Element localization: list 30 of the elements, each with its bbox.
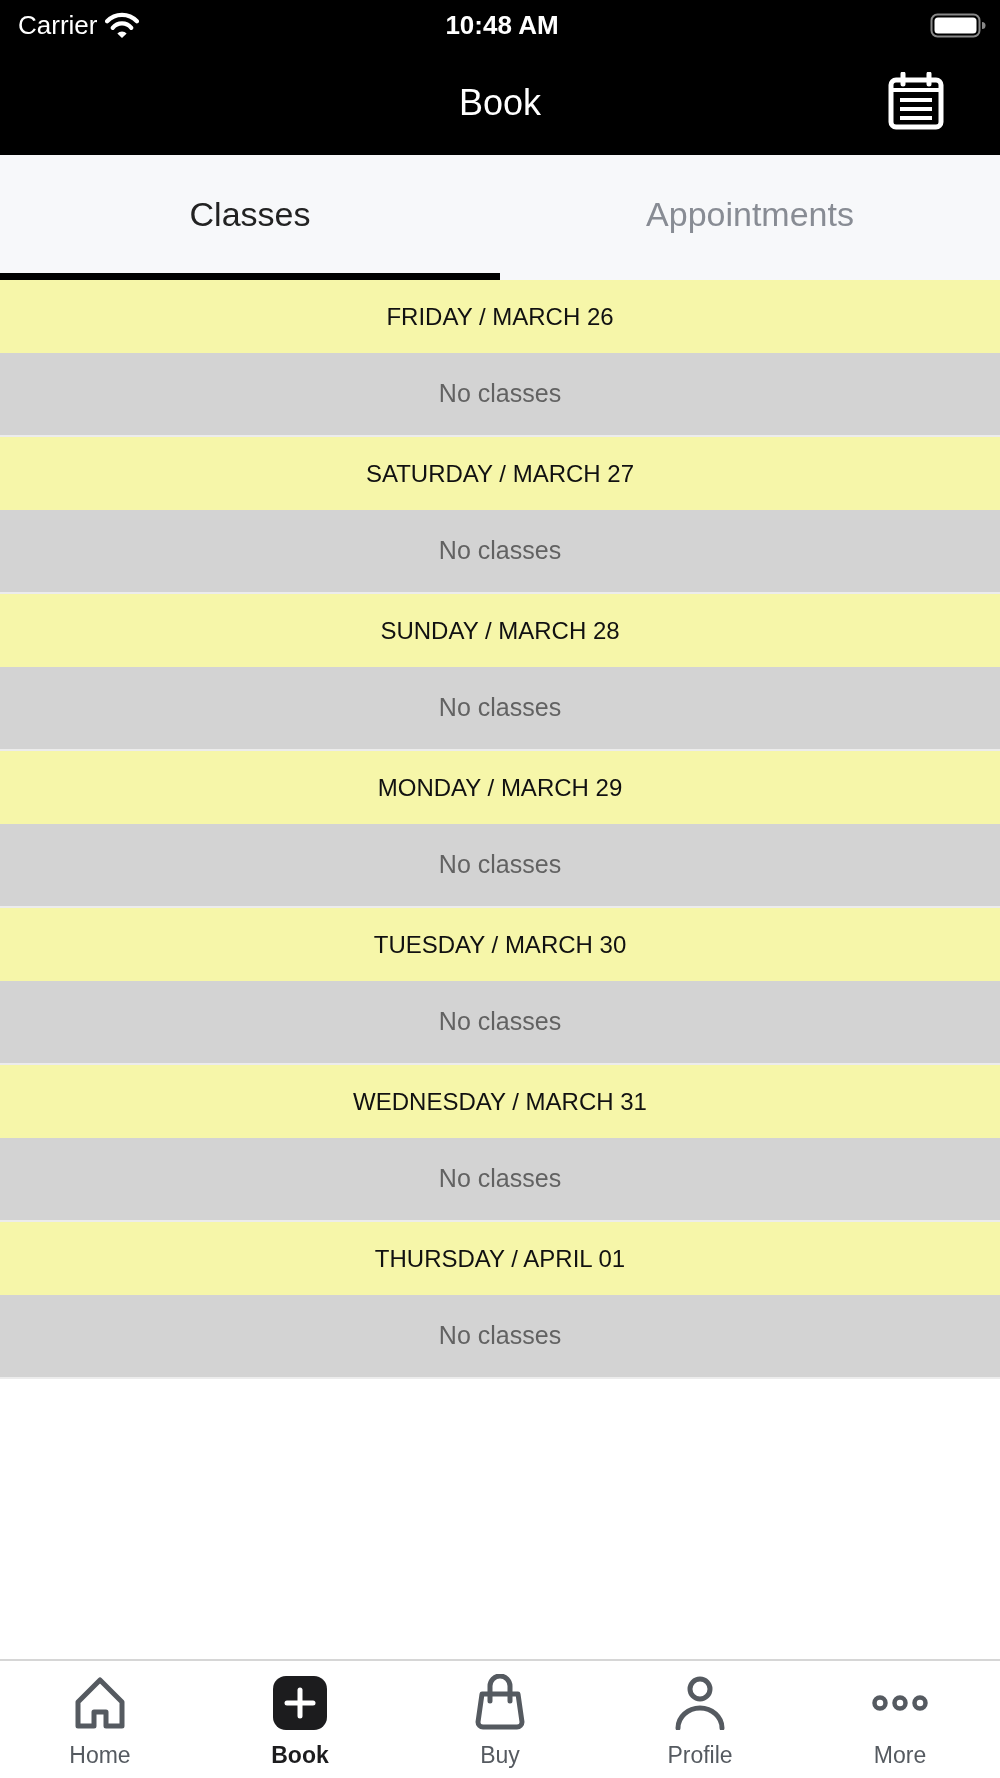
no-classes-row: No classes [0, 353, 1000, 437]
person-icon [675, 1675, 725, 1730]
no-classes-row: No classes [0, 510, 1000, 594]
date-header: MONDAY / MARCH 29 [0, 751, 1000, 824]
no-classes-row: No classes [0, 1295, 1000, 1379]
date-header: SATURDAY / MARCH 27 [0, 437, 1000, 510]
wifi-icon [105, 11, 140, 39]
plus-icon [273, 1675, 327, 1730]
house-icon [74, 1675, 126, 1730]
no-classes-row: No classes [0, 1138, 1000, 1222]
date-header: TUESDAY / MARCH 30 [0, 908, 1000, 981]
more-dots-icon [872, 1695, 928, 1712]
no-classes-row: No classes [0, 981, 1000, 1065]
battery-icon [930, 12, 986, 38]
tab-bar-item[interactable]: Book [200, 1661, 400, 1778]
tab-bar-item[interactable]: Profile [600, 1661, 800, 1778]
carrier-name: Carrier [18, 8, 98, 42]
date-header: THURSDAY / APRIL 01 [0, 1222, 1000, 1295]
date-header: WEDNESDAY / MARCH 31 [0, 1065, 1000, 1138]
tab-bar-item[interactable]: More [800, 1661, 1000, 1778]
screen-title: Book [458, 80, 542, 125]
no-classes-row: No classes [0, 824, 1000, 908]
date-header: SUNDAY / MARCH 28 [0, 594, 1000, 667]
no-classes-row: No classes [0, 667, 1000, 751]
shopping-bag-icon [474, 1673, 526, 1730]
tab-bar-item[interactable]: Home [0, 1661, 200, 1778]
clock-time: 10:48 AM [445, 8, 559, 42]
date-header: FRIDAY / MARCH 26 [0, 280, 1000, 353]
calendar-icon[interactable] [888, 72, 944, 130]
tab-bar-item[interactable]: Buy [400, 1661, 600, 1778]
